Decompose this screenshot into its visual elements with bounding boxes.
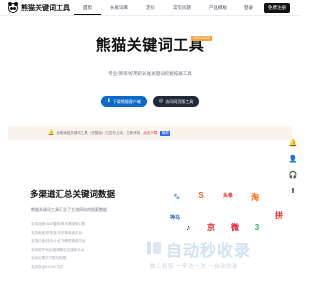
taobao-icon: 淘 xyxy=(251,192,259,202)
feature-item: 支持导出EXCEL文件 xyxy=(31,264,64,269)
pdd-icon: 拼 xyxy=(275,210,283,220)
announcement-bar: 🔔 全新熊猫关键词工具（完整版）已发布上线，立即体验 点击下载 最新 xyxy=(8,126,292,140)
register-button[interactable]: 免费注册 xyxy=(264,3,290,13)
shenma-icon: 神马 xyxy=(169,214,180,221)
feature-item: 支持百度/360/搜狗/神马等搜索引擎 xyxy=(31,222,86,226)
main-menu: 首页 长尾词库 定价 常见问题 产品模板 xyxy=(74,0,236,15)
top-navbar: 熊猫关键词工具 首页 长尾词库 定价 常见问题 产品模板 登录 免费注册 xyxy=(0,0,300,16)
jd-icon: 京 xyxy=(207,222,215,232)
panda-icon xyxy=(8,2,18,13)
new-badge: 最新 xyxy=(160,130,171,136)
menu-item-home[interactable]: 首页 xyxy=(74,0,101,15)
hero-badge: 2024.2024 xyxy=(191,36,212,41)
site-logo[interactable]: 熊猫关键词工具 xyxy=(8,2,70,13)
bell-icon[interactable]: 🔔 xyxy=(289,140,298,148)
announcement-text: 全新熊猫关键词工具（完整版）已发布上线，立即体验 xyxy=(56,130,141,135)
download-icon: ⬇ xyxy=(106,98,111,104)
feature-item: 支持长尾词下载与拓展 xyxy=(31,256,66,260)
sogou-icon: S xyxy=(198,190,204,200)
so360-icon: 3 xyxy=(254,222,260,232)
toutiao-icon: 头条 xyxy=(222,192,233,199)
signin-link[interactable]: 登录 xyxy=(244,3,253,13)
tiktok-icon: ♪ xyxy=(186,222,190,232)
feature-item: 支持知乎/B站/微博等社交媒体平台 xyxy=(31,247,85,252)
menu-item-faq[interactable]: 常见问题 xyxy=(164,0,200,15)
download-client-label: 下载熊猫客户端 xyxy=(112,99,141,104)
headset-icon[interactable]: 🎧 xyxy=(289,172,298,180)
announcement-link[interactable]: 点击下载 xyxy=(143,131,157,136)
web-version-label: 访问网页版工具 xyxy=(165,99,194,104)
download-client-button[interactable]: ⬇ 下载熊猫客户端 xyxy=(100,96,147,107)
web-version-button[interactable]: ◎ 访问网页版工具 xyxy=(152,96,200,107)
feature-item: 支持抖音/快手/小红书等短视频平台 xyxy=(31,239,86,243)
menu-item-templates[interactable]: 产品模板 xyxy=(200,0,236,15)
hero-buttons: ⬇ 下载熊猫客户端 ◎ 访问网页版工具 xyxy=(0,96,300,107)
hero-title: 熊猫关键词工具 xyxy=(95,37,205,54)
menu-item-pricing[interactable]: 定价 xyxy=(137,0,164,15)
logo-text: 熊猫关键词工具 xyxy=(21,5,70,12)
section-description: 熊猫关键词工具汇总了主流网站的搜索数据 xyxy=(31,207,107,212)
weibo-icon: 微 xyxy=(231,222,239,232)
section-title: 多渠道汇总关键词数据 xyxy=(30,189,116,199)
watermark-subtitle: 数上链接 一来访一次 一自动收录 xyxy=(150,264,239,270)
feature-list: 支持百度/360/搜狗/神马等搜索引擎 支持淘宝/拼多多/京东等电商平台 支持抖… xyxy=(31,222,85,270)
feature-item: 支持淘宝/拼多多/京东等电商平台 xyxy=(31,230,82,235)
watermark-logo-icon xyxy=(147,242,161,254)
watermark-title: 自动秒收录 xyxy=(166,243,252,260)
megaphone-icon: 🔔 xyxy=(48,130,55,136)
user-icon[interactable]: 👤 xyxy=(289,156,298,164)
globe-icon: ◎ xyxy=(158,98,164,104)
hero-subtitle: 专业/简单/好用的长尾关键词挖掘拓展工具 xyxy=(108,71,192,76)
menu-item-longtail[interactable]: 长尾词库 xyxy=(101,0,137,15)
baidu-icon: 🐾 xyxy=(173,194,181,200)
